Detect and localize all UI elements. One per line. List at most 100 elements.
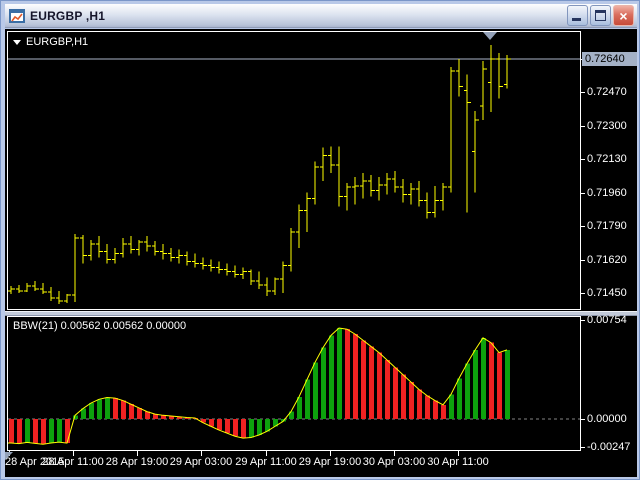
ohlc-bar	[280, 262, 287, 293]
ohlc-bar	[440, 183, 447, 211]
minimize-button[interactable]	[567, 5, 588, 26]
histogram-bar	[473, 350, 478, 419]
ohlc-bar	[432, 186, 439, 217]
title-bar[interactable]: EURGBP ,H1 ×	[5, 4, 637, 28]
ohlc-bar	[48, 287, 55, 301]
histogram-bar	[457, 378, 462, 419]
ohlc-bar	[200, 258, 207, 270]
time-axis[interactable]: 28 Apr 201528 Apr 11:0028 Apr 19:0029 Ap…	[5, 453, 637, 475]
ohlc-bar	[136, 240, 143, 256]
time-axis-label: 30 Apr 03:00	[358, 456, 430, 468]
histogram-bar	[409, 382, 414, 419]
ohlc-bar	[224, 264, 231, 276]
histogram-bar	[449, 394, 454, 419]
time-axis-label: 29 Apr 03:00	[165, 456, 237, 468]
histogram-bar	[305, 380, 310, 419]
price-chart-canvas	[8, 32, 580, 309]
indicator-label: BBW(21) 0.00562 0.00562 0.00000	[13, 320, 186, 332]
price-axis-label: 0.72300	[587, 120, 627, 132]
minimize-icon	[572, 18, 581, 21]
time-axis-label: 28 Apr 19:00	[101, 456, 173, 468]
ohlc-bar	[384, 173, 391, 195]
ohlc-bar	[216, 262, 223, 274]
indicator-axis-label: -0.00247	[587, 441, 630, 453]
histogram-bar	[393, 367, 398, 419]
ohlc-bar	[16, 285, 23, 293]
ohlc-bar	[192, 254, 199, 268]
ohlc-bar	[176, 250, 183, 264]
mt4-chart-window: EURGBP ,H1 × EURGBP,H1 0.724700.723000.7…	[0, 0, 640, 480]
histogram-bar	[417, 389, 422, 419]
price-pane[interactable]: EURGBP,H1	[7, 31, 581, 310]
close-button[interactable]: ×	[613, 5, 634, 26]
histogram-bar	[217, 419, 222, 430]
histogram-bar	[225, 419, 230, 433]
ohlc-bar	[504, 55, 511, 88]
ohlc-bar	[152, 241, 159, 256]
ohlc-bar	[320, 147, 327, 180]
histogram-bar	[489, 343, 494, 419]
symbol-label: EURGBP,H1	[13, 36, 88, 48]
ohlc-bar	[264, 277, 271, 296]
ohlc-bar	[464, 75, 471, 213]
histogram-bar	[369, 346, 374, 419]
histogram-bar	[129, 404, 134, 419]
ohlc-bar	[368, 175, 375, 197]
maximize-icon	[595, 10, 606, 21]
current-price-label: 0.72640	[582, 52, 637, 66]
histogram-bar	[105, 397, 110, 419]
ohlc-bar	[312, 161, 319, 204]
maximize-button[interactable]	[590, 5, 611, 26]
price-axis-tick	[581, 293, 585, 294]
time-axis-label: 28 Apr 11:00	[37, 456, 109, 468]
histogram-bar	[41, 419, 46, 444]
ohlc-bar	[488, 45, 495, 112]
ohlc-bar	[168, 248, 175, 262]
time-axis-label: 30 Apr 11:00	[422, 456, 494, 468]
ohlc-bar	[88, 240, 95, 261]
ohlc-bar	[352, 177, 359, 205]
ohlc-bar	[480, 61, 487, 120]
histogram-bar	[401, 375, 406, 419]
chart-shift-marker[interactable]	[483, 32, 497, 40]
ohlc-bar	[72, 234, 79, 302]
ohlc-bar	[120, 238, 127, 258]
histogram-bar	[89, 403, 94, 419]
chevron-down-icon[interactable]	[13, 40, 21, 45]
histogram-bar	[377, 353, 382, 419]
indicator-pane[interactable]: BBW(21) 0.00562 0.00562 0.00000	[7, 316, 581, 451]
histogram-bar	[465, 364, 470, 419]
ohlc-bar	[392, 171, 399, 193]
price-axis-tick	[581, 193, 585, 194]
histogram-bar	[49, 419, 54, 443]
chart-icon	[9, 9, 25, 23]
histogram-bar	[17, 419, 22, 444]
ohlc-bar	[456, 59, 463, 96]
indicator-axis-tick	[581, 419, 585, 420]
ohlc-bar	[56, 291, 63, 304]
indicator-canvas	[8, 317, 580, 450]
price-axis-label: 0.71450	[587, 287, 627, 299]
ohlc-bar	[8, 286, 15, 294]
indicator-axis-tick	[581, 320, 585, 321]
ohlc-bar	[336, 147, 343, 207]
histogram-bar	[241, 419, 246, 438]
ohlc-bar	[304, 193, 311, 232]
ohlc-bar	[248, 269, 255, 285]
indicator-axis-label: 0.00754	[587, 314, 627, 326]
ohlc-bar	[240, 267, 247, 279]
price-axis-label: 0.72130	[587, 153, 627, 165]
ohlc-bar	[96, 236, 103, 258]
price-axis-tick	[581, 226, 585, 227]
ohlc-bar	[328, 147, 335, 174]
ohlc-bar	[24, 283, 31, 292]
ohlc-bar	[40, 283, 47, 294]
histogram-bar	[257, 419, 262, 435]
price-axis-tick	[581, 92, 585, 93]
histogram-bar	[353, 334, 358, 419]
chart-client-area: EURGBP,H1 0.724700.723000.721300.719600.…	[5, 29, 637, 477]
ohlc-bar	[296, 205, 303, 248]
histogram-bar	[9, 419, 14, 443]
ohlc-bar	[64, 294, 71, 303]
histogram-bar	[345, 329, 350, 419]
